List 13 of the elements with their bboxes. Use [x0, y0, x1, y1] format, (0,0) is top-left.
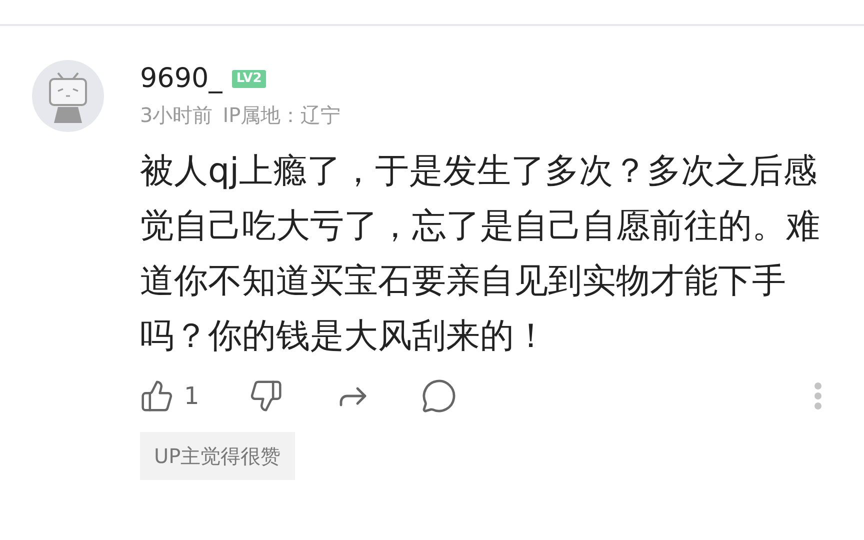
- more-icon: [814, 382, 822, 410]
- comment-text: 被人qj上瘾了，于是发生了多次？多次之后感觉自己吃大亏了，忘了是自己自愿前往的。难道你不知道买宝石要亲自见到实物才能下手吗？你的钱是大风刮来的！: [140, 150, 821, 358]
- like-button[interactable]: 1: [140, 378, 200, 414]
- thumbs-down-icon: [249, 379, 284, 413]
- dislike-button[interactable]: [249, 379, 284, 413]
- username[interactable]: 9690_: [140, 62, 222, 96]
- comment-time: 3小时前: [140, 102, 213, 129]
- thumbs-up-icon: [140, 379, 174, 413]
- up-liked-tag: UP主觉得很赞: [140, 432, 295, 480]
- reply-button[interactable]: [421, 378, 458, 414]
- level-badge: LV2: [232, 70, 266, 88]
- speech-bubble-icon: [421, 378, 458, 414]
- ip-location: IP属地：辽宁: [222, 102, 341, 129]
